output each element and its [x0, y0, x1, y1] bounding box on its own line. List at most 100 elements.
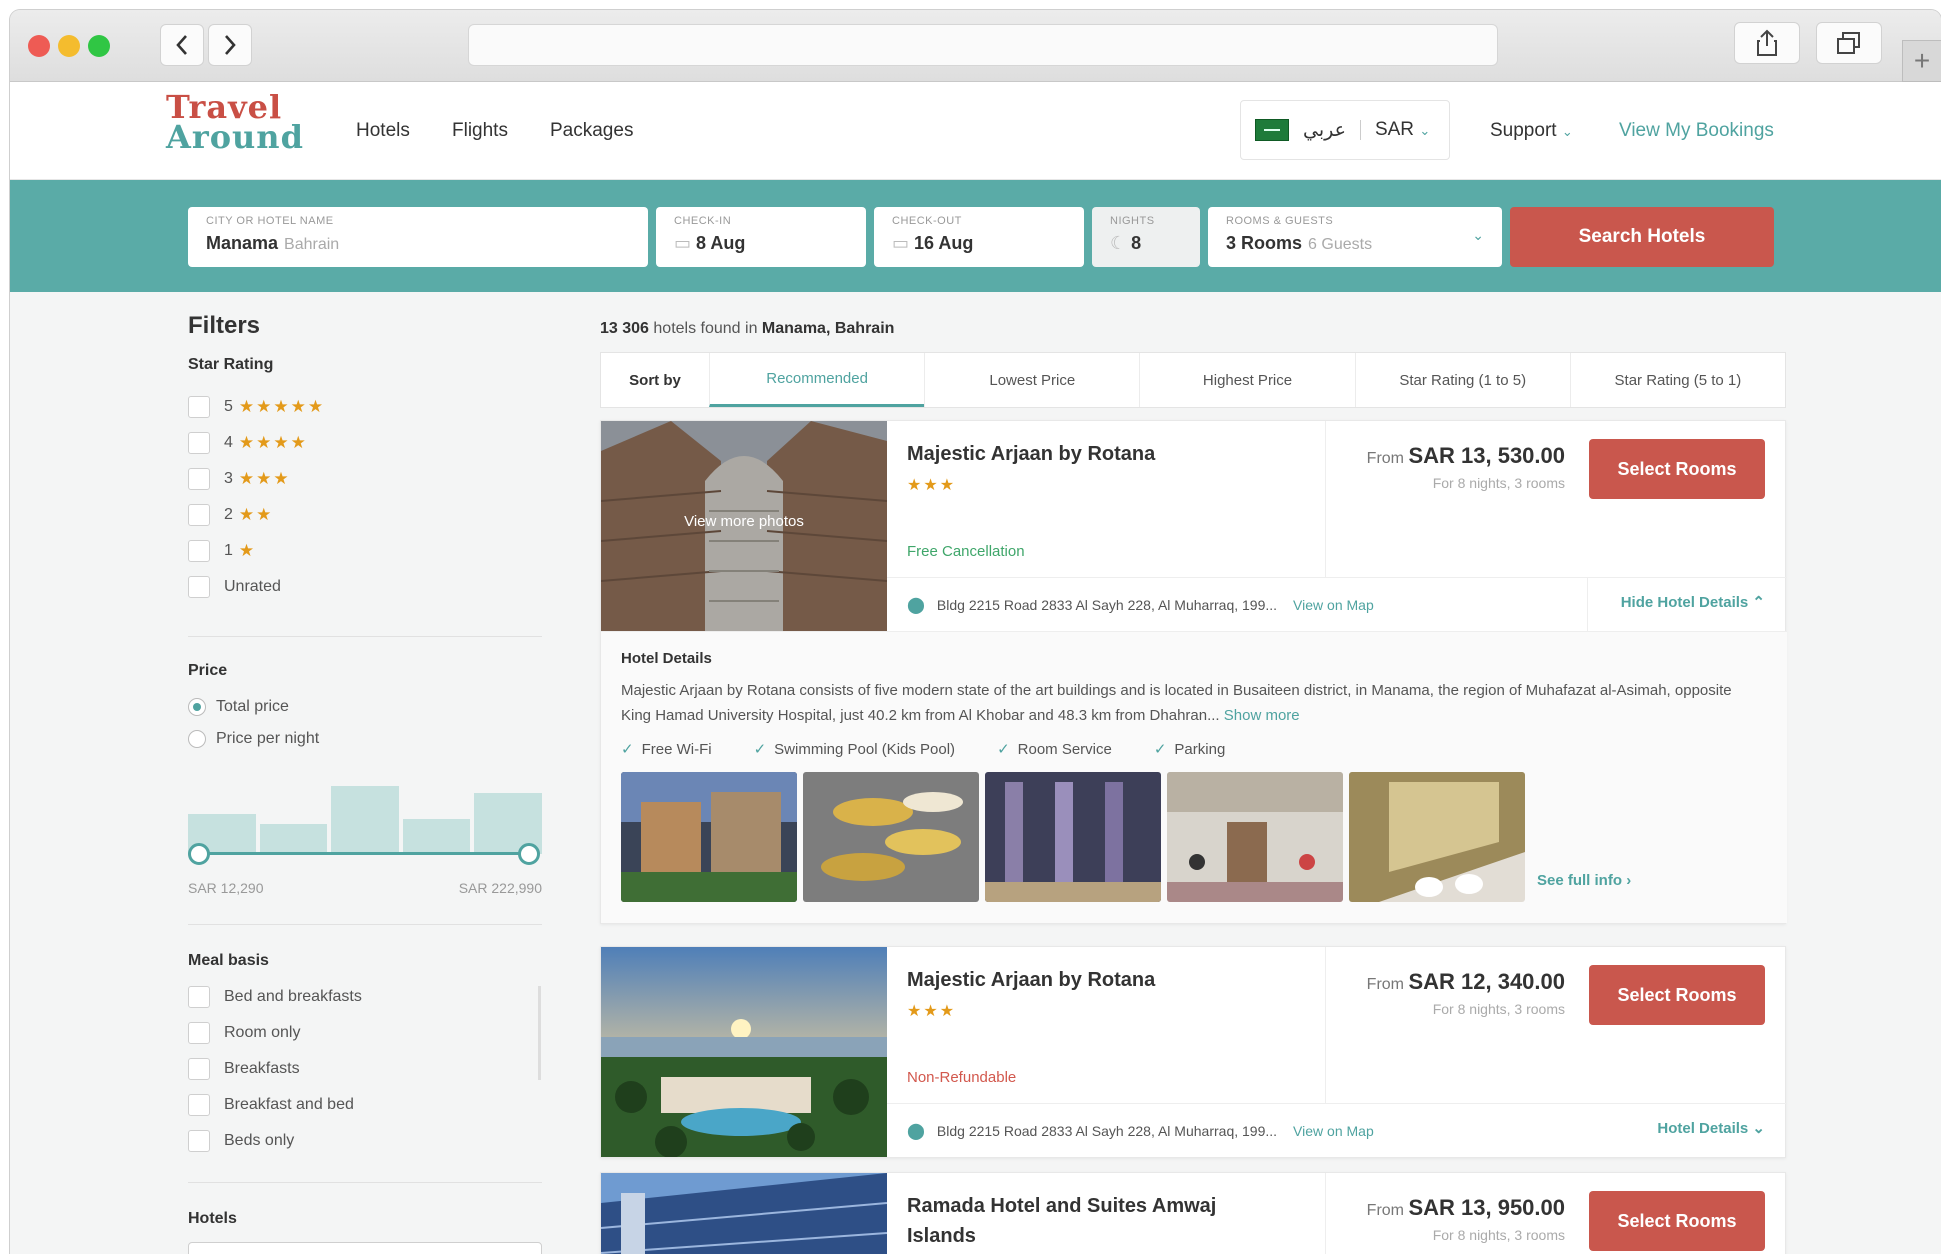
nav-flights[interactable]: Flights — [452, 120, 508, 142]
language-toggle[interactable]: عربي — [1303, 119, 1346, 142]
checkbox[interactable] — [188, 432, 210, 454]
hotel-name[interactable]: Majestic Arjaan by Rotana — [907, 439, 1247, 469]
support-label: Support — [1490, 120, 1557, 141]
new-tab-button[interactable]: + — [1902, 40, 1941, 82]
tab-star-desc[interactable]: Star Rating (5 to 1) — [1569, 353, 1785, 407]
checkbox[interactable] — [188, 576, 210, 598]
gallery-thumbnail[interactable] — [1167, 772, 1343, 902]
star-filter-2[interactable]: 2 ★★ — [188, 504, 273, 526]
brand-logo[interactable]: Travel Around — [166, 91, 304, 156]
close-window-button[interactable] — [28, 35, 50, 57]
hotel-address: Bldg 2215 Road 2833 Al Sayh 228, Al Muha… — [936, 1122, 1278, 1139]
share-button[interactable] — [1734, 22, 1800, 64]
see-full-info-link[interactable]: See full info › — [1537, 872, 1631, 889]
divider — [1359, 120, 1361, 140]
star-filter-unrated[interactable]: Unrated — [188, 576, 281, 598]
meal-option[interactable]: Bed and breakfasts — [188, 986, 362, 1008]
rooms-guests-field[interactable]: ROOMS & GUESTS 3 Rooms 6 Guests ⌄ — [1208, 207, 1502, 267]
chevron-right-icon: › — [1626, 872, 1632, 889]
price-slider-max-handle[interactable] — [518, 843, 540, 865]
checkbox[interactable] — [188, 986, 210, 1008]
view-more-photos-link[interactable]: View more photos — [601, 513, 887, 530]
star-filter-1[interactable]: 1 ★ — [188, 540, 256, 562]
forward-button[interactable] — [208, 24, 252, 66]
sort-label: Sort by — [629, 371, 681, 389]
hotel-name-search-input[interactable] — [188, 1242, 542, 1254]
gallery-thumbnail[interactable] — [1349, 772, 1525, 902]
star-filter-5[interactable]: 5 ★★★★★ — [188, 396, 325, 418]
tabs-icon — [1837, 32, 1860, 54]
price-night-option[interactable]: Price per night — [188, 730, 319, 748]
histogram-bar — [331, 785, 399, 854]
gallery-thumbnail[interactable] — [803, 772, 979, 902]
rooms-label: ROOMS & GUESTS — [1226, 215, 1334, 227]
full-info-label: See full info — [1537, 872, 1623, 889]
checkbox[interactable] — [188, 468, 210, 490]
checkout-field[interactable]: CHECK-OUT ▭ 16 Aug — [874, 207, 1084, 267]
price-total-option[interactable]: Total price — [188, 698, 289, 716]
checkbox[interactable] — [188, 1094, 210, 1116]
select-rooms-button[interactable]: Select Rooms — [1589, 439, 1765, 499]
checkbox[interactable] — [188, 540, 210, 562]
checkin-field[interactable]: CHECK-IN ▭ 8 Aug — [656, 207, 866, 267]
tab-star-asc[interactable]: Star Rating (1 to 5) — [1354, 353, 1570, 407]
nav-hotels[interactable]: Hotels — [356, 120, 410, 142]
price-slider-min-handle[interactable] — [188, 843, 210, 865]
amenity-label: Swimming Pool (Kids Pool) — [774, 741, 956, 758]
radio-selected[interactable] — [188, 698, 206, 716]
radio[interactable] — [188, 730, 206, 748]
hotel-details-link[interactable]: Hotel Details ⌄ — [1657, 1119, 1765, 1137]
star-filter-4[interactable]: 4 ★★★★ — [188, 432, 308, 454]
hide-hotel-details-link[interactable]: Hide Hotel Details ⌃ — [1621, 593, 1765, 611]
maximize-window-button[interactable] — [88, 35, 110, 57]
meal-option[interactable]: Beds only — [188, 1130, 294, 1152]
gallery-thumbnail[interactable] — [621, 772, 797, 902]
search-hotels-button[interactable]: Search Hotels — [1510, 207, 1774, 267]
select-rooms-button[interactable]: Select Rooms — [1589, 1191, 1765, 1251]
meal-scrollbar[interactable] — [538, 986, 541, 1080]
tab-lowest-price[interactable]: Lowest Price — [924, 353, 1139, 407]
show-more-link[interactable]: Show more — [1224, 707, 1300, 724]
meal-option[interactable]: Breakfasts — [188, 1058, 300, 1080]
city-hint: Bahrain — [284, 236, 340, 253]
address-bar[interactable] — [468, 24, 1498, 66]
map-pin-icon: ⬤ — [907, 596, 925, 614]
checkin-value: 8 Aug — [696, 233, 746, 253]
browser-window: + Travel Around Hotels Flights Packages … — [10, 10, 1941, 1254]
city-field[interactable]: CITY OR HOTEL NAME Manama Bahrain — [188, 207, 648, 267]
price-slider-track[interactable] — [198, 852, 528, 855]
view-on-map-link[interactable]: View on Map — [1293, 597, 1374, 613]
select-rooms-button[interactable]: Select Rooms — [1589, 965, 1765, 1025]
meal-option[interactable]: Room only — [188, 1022, 300, 1044]
gallery-thumbnail[interactable] — [985, 772, 1161, 902]
hotel-name[interactable]: Majestic Arjaan by Rotana — [907, 965, 1247, 995]
hotel-photo[interactable] — [601, 1173, 887, 1254]
nav-packages[interactable]: Packages — [550, 120, 633, 142]
hotel-card: View more photos Majestic Arjaan by Rota… — [600, 420, 1787, 924]
checkbox[interactable] — [188, 1130, 210, 1152]
meal-label: Beds only — [224, 1132, 295, 1149]
price-box: From SAR 12, 340.00 For 8 nights, 3 room… — [1341, 969, 1565, 1017]
view-on-map-link[interactable]: View on Map — [1293, 1123, 1374, 1139]
checkbox[interactable] — [188, 1022, 210, 1044]
minimize-window-button[interactable] — [58, 35, 80, 57]
back-button[interactable] — [160, 24, 204, 66]
checkbox[interactable] — [188, 396, 210, 418]
star-filter-3[interactable]: 3 ★★★ — [188, 468, 291, 490]
tab-recommended[interactable]: Recommended — [709, 353, 925, 407]
currency-select[interactable]: SAR ⌄ — [1375, 119, 1430, 141]
tab-highest-price[interactable]: Highest Price — [1139, 353, 1354, 407]
hotel-photo[interactable] — [601, 947, 887, 1157]
hotel-photo[interactable]: View more photos — [601, 421, 887, 631]
logo-line2: Around — [166, 118, 304, 156]
chevron-right-icon — [225, 35, 236, 55]
view-bookings-link[interactable]: View My Bookings — [1619, 120, 1774, 142]
checkbox[interactable] — [188, 504, 210, 526]
meal-option[interactable]: Breakfast and bed — [188, 1094, 354, 1116]
meal-basis-title: Meal basis — [188, 952, 269, 969]
checkbox[interactable] — [188, 1058, 210, 1080]
hotel-name[interactable]: Ramada Hotel and Suites Amwaj Islands — [907, 1191, 1247, 1251]
locale-selector[interactable]: عربي SAR ⌄ — [1240, 100, 1450, 160]
tabs-overview-button[interactable] — [1816, 22, 1882, 64]
support-menu[interactable]: Support ⌄ — [1490, 120, 1573, 142]
